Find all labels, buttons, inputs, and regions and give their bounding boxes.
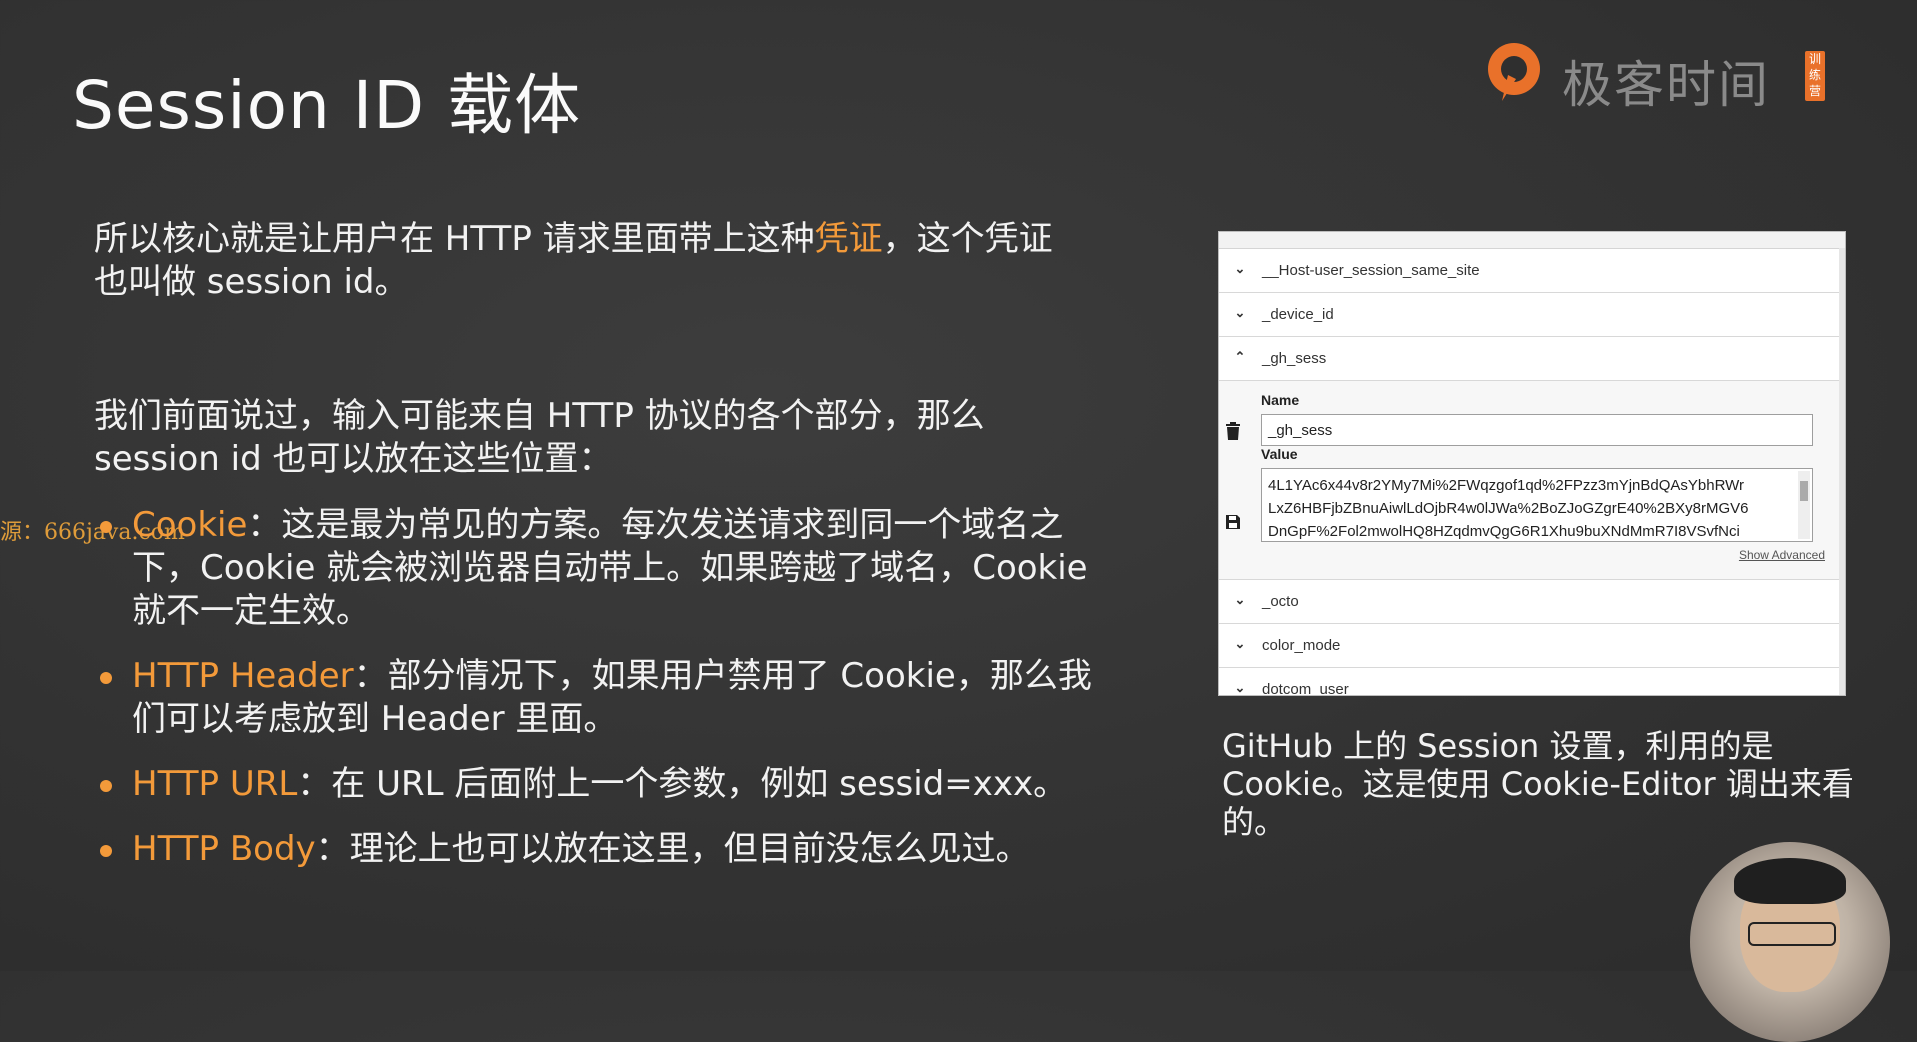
value-label: Value	[1261, 446, 1298, 462]
list-item: HTTP Body：理论上也可以放在这里，但目前没怎么见过。	[94, 828, 1104, 871]
cookie-value-textarea[interactable]: 4L1YAc6x44v8r2YMy7Mi%2FWqzgof1qd%2FPzz3m…	[1261, 468, 1813, 542]
chevron-down-icon[interactable]: ⌄	[1233, 636, 1247, 652]
logo-brand-text: 极客时间	[1562, 56, 1770, 114]
cookie-row-gh-sess[interactable]: ⌃ _gh_sess	[1219, 337, 1845, 381]
locations-paragraph: 我们前面说过，输入可能来自 HTTP 协议的各个部分，那么 session id…	[94, 396, 985, 479]
cookie-name-input[interactable]: _gh_sess	[1261, 414, 1813, 446]
bullet-dot-icon	[100, 780, 112, 792]
logo-badge: 训练营	[1805, 51, 1825, 101]
geektime-logo: 极客时间 训练营	[1482, 35, 1827, 115]
save-icon[interactable]	[1225, 514, 1241, 530]
name-label: Name	[1261, 392, 1300, 408]
list-item: HTTP URL：在 URL 后面附上一个参数，例如 sessid=xxx。	[94, 763, 1104, 806]
panel-top-strip	[1219, 232, 1845, 249]
credential-highlight: 凭证	[814, 219, 883, 259]
cookie-row-octo[interactable]: ⌄ _octo	[1219, 580, 1845, 624]
cookie-editor-panel: ⌄ __Host-user_session_same_site ⌄ _devic…	[1218, 231, 1846, 696]
cookie-row-color-mode[interactable]: ⌄ color_mode	[1219, 624, 1845, 668]
presenter-webcam	[1690, 842, 1890, 1042]
geektime-logo-icon	[1488, 43, 1540, 101]
chevron-down-icon[interactable]: ⌄	[1233, 305, 1247, 321]
chevron-down-icon[interactable]: ⌄	[1233, 592, 1247, 608]
carrier-list: Cookie：这是最为常见的方案。每次发送请求到同一个域名之下，Cookie 就…	[94, 504, 1104, 893]
bullet-dot-icon	[100, 521, 112, 533]
show-advanced-link[interactable]: Show Advanced	[1739, 548, 1825, 562]
bullet-dot-icon	[100, 672, 112, 684]
screenshot-caption: GitHub 上的 Session 设置，利用的是 Cookie。这是使用 Co…	[1222, 727, 1854, 841]
slide-title: Session ID 载体	[72, 67, 582, 144]
list-item: Cookie：这是最为常见的方案。每次发送请求到同一个域名之下，Cookie 就…	[94, 504, 1104, 633]
cookie-detail-editor: Name _gh_sess Value 4L1YAc6x44v8r2YMy7Mi…	[1219, 381, 1845, 580]
trash-icon[interactable]	[1225, 422, 1241, 440]
cookie-row-host-user-session[interactable]: ⌄ __Host-user_session_same_site	[1219, 249, 1845, 293]
cookie-row-device-id[interactable]: ⌄ _device_id	[1219, 293, 1845, 337]
intro-paragraph: 所以核心就是让用户在 HTTP 请求里面带上这种凭证，这个凭证也叫做 sessi…	[94, 219, 1053, 302]
chevron-down-icon[interactable]: ⌄	[1233, 680, 1247, 695]
cookie-row-dotcom-user[interactable]: ⌄ dotcom_user	[1219, 668, 1845, 695]
chevron-down-icon[interactable]: ⌄	[1233, 261, 1247, 277]
bullet-dot-icon	[100, 845, 112, 857]
panel-scrollbar[interactable]	[1839, 248, 1845, 695]
chevron-up-icon[interactable]: ⌃	[1233, 349, 1247, 365]
textarea-scrollbar[interactable]	[1798, 471, 1810, 539]
list-item: HTTP Header：部分情况下，如果用户禁用了 Cookie，那么我们可以考…	[94, 655, 1104, 741]
